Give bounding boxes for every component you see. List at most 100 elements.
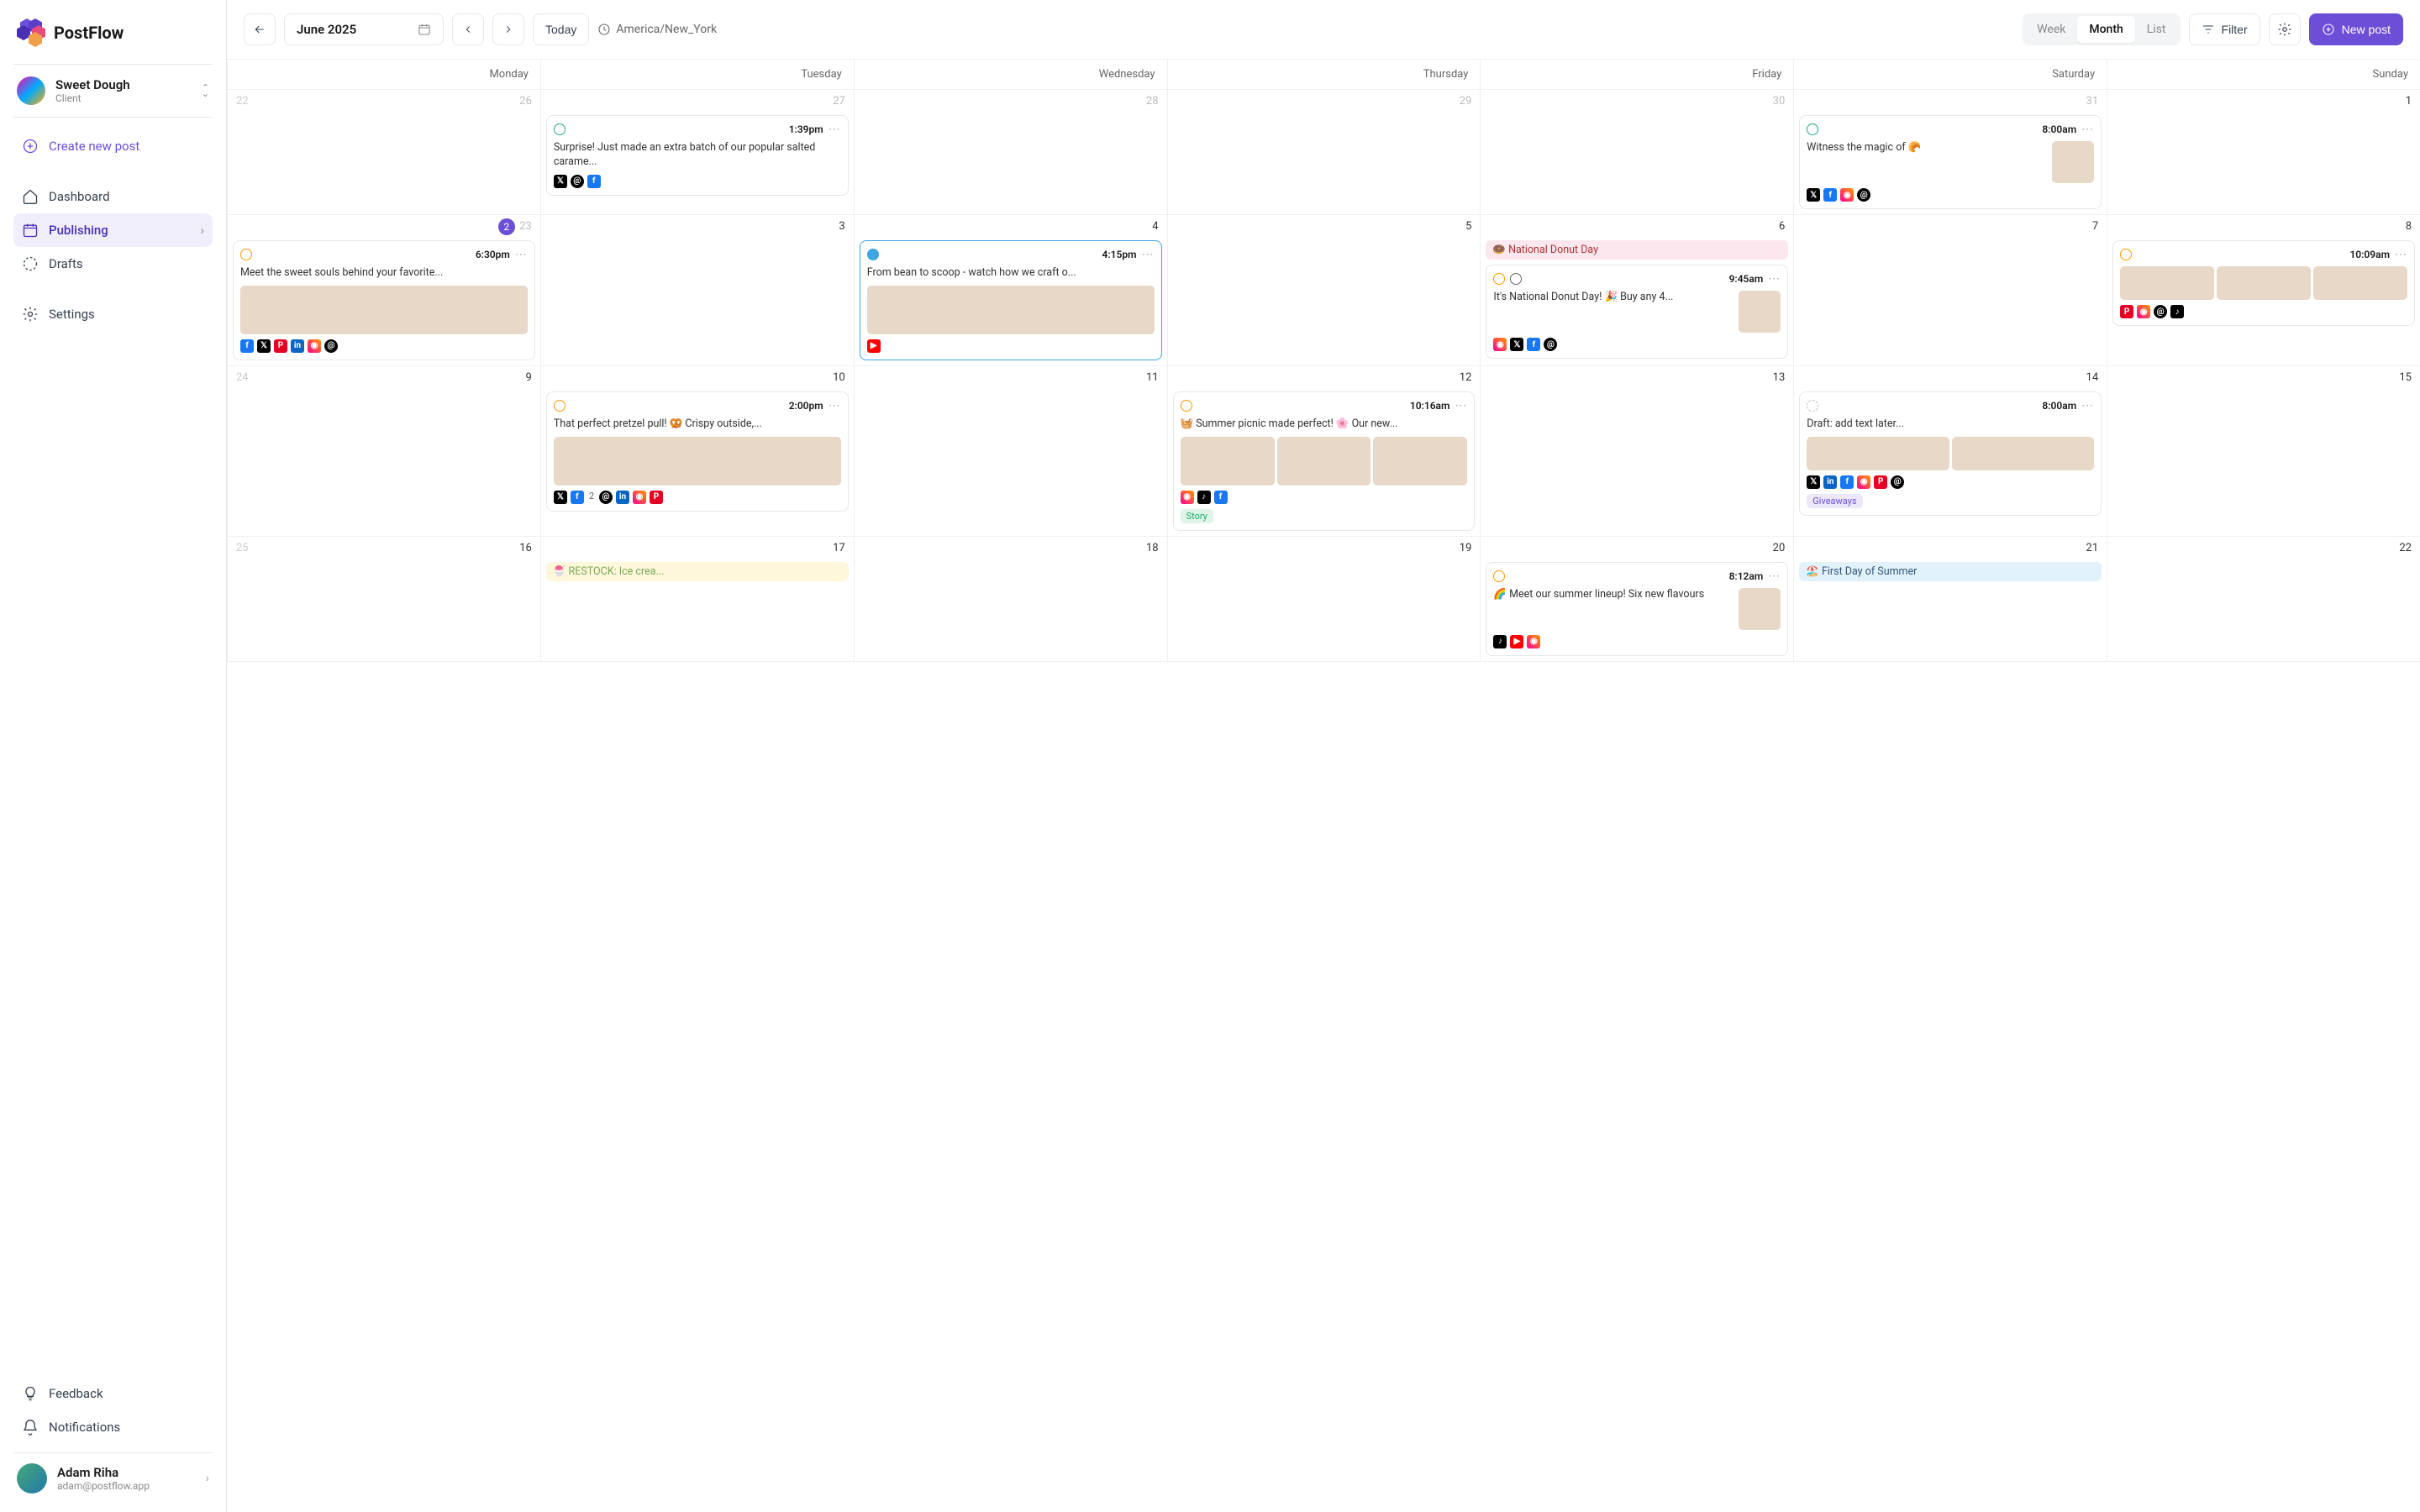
nav-publishing[interactable]: Publishing ›: [13, 213, 213, 247]
post-card[interactable]: 10:09am⋯P◉@♪: [2112, 240, 2415, 326]
fb-icon: f: [1840, 475, 1854, 489]
filter-button[interactable]: Filter: [2189, 13, 2260, 45]
post-text: It's National Donut Day! 🎉 Buy any 4...: [1493, 291, 1732, 305]
post-card[interactable]: 6:30pm⋯Meet the sweet souls behind your …: [233, 240, 535, 360]
calendar-cell[interactable]: 7: [1793, 215, 2107, 366]
day-number: 12: [1460, 371, 1472, 384]
calendar-cell[interactable]: 28: [854, 90, 1167, 215]
clock-icon: [1493, 570, 1505, 582]
day-number: 4: [1152, 220, 1158, 233]
nav-feedback[interactable]: Feedback: [13, 1377, 213, 1410]
post-card[interactable]: 9:45am⋯It's National Donut Day! 🎉 Buy an…: [1486, 265, 1788, 359]
calendar-cell[interactable]: 2326:30pm⋯Meet the sweet souls behind yo…: [227, 215, 540, 366]
calendar-cell[interactable]: 6🍩 National Donut Day9:45am⋯It's Nationa…: [1480, 215, 1793, 366]
calendar-cell[interactable]: 15: [2107, 366, 2420, 537]
more-icon[interactable]: ⋯: [1455, 399, 1467, 412]
calendar-cell[interactable]: 2622: [227, 90, 540, 215]
count: 2: [589, 491, 594, 504]
month-label: June 2025: [297, 22, 411, 37]
post-card[interactable]: 8:00am⋯Witness the magic of 🥐𝕏f◉@: [1799, 115, 2102, 209]
calendar-cell[interactable]: 11: [854, 366, 1167, 537]
nav-dashboard[interactable]: Dashboard: [13, 180, 213, 213]
more-icon[interactable]: ⋯: [829, 123, 841, 136]
calendar-cell[interactable]: 44:15pm⋯From bean to scoop - watch how w…: [854, 215, 1167, 366]
timezone-display[interactable]: America/New_York: [597, 23, 717, 36]
post-thumbnail: [1807, 437, 1949, 470]
post-thumbnail: [1181, 437, 1275, 486]
next-month-button[interactable]: [492, 13, 524, 45]
day-number: 13: [1773, 371, 1786, 384]
calendar-cell[interactable]: 208:12am⋯🌈 Meet our summer lineup! Six n…: [1480, 537, 1793, 662]
nav-settings[interactable]: Settings: [13, 297, 213, 331]
calendar-cell[interactable]: 271:39pm⋯Surprise! Just made an extra ba…: [540, 90, 854, 215]
calendar-cell[interactable]: 12 10:16am⋯🧺 Summer picnic made perfect! …: [1167, 366, 1481, 537]
social-icons: 𝕏inf◉P@: [1807, 475, 2094, 489]
event-pill[interactable]: 🍧 RESTOCK: Ice crea...: [546, 562, 849, 581]
back-button[interactable]: [244, 13, 276, 45]
prev-month-button[interactable]: [452, 13, 484, 45]
tk-icon: ♪: [2170, 305, 2184, 318]
post-tag: Story: [1181, 509, 1213, 523]
more-icon[interactable]: ⋯: [2081, 399, 2094, 412]
post-time: 4:15pm: [1102, 249, 1137, 260]
post-card[interactable]: 8:12am⋯🌈 Meet our summer lineup! Six new…: [1486, 562, 1788, 656]
post-card[interactable]: 10:16am⋯🧺 Summer picnic made perfect! 🌸 …: [1173, 391, 1476, 531]
social-icons: f𝕏Pin◉@: [240, 339, 528, 353]
post-card[interactable]: 1:39pm⋯Surprise! Just made an extra batc…: [546, 115, 849, 196]
th-icon: @: [1891, 475, 1904, 489]
view-list[interactable]: List: [2135, 16, 2178, 43]
new-post-button[interactable]: New post: [2309, 13, 2403, 45]
calendar-cell[interactable]: 924: [227, 366, 540, 537]
more-icon[interactable]: ⋯: [2395, 248, 2407, 261]
globe-icon: [1510, 273, 1522, 285]
logo[interactable]: PostFlow: [13, 13, 213, 62]
more-icon[interactable]: ⋯: [1142, 248, 1155, 261]
create-post-link[interactable]: Create new post: [13, 129, 213, 163]
view-segmented: Week Month List: [2023, 13, 2180, 45]
calendar-cell[interactable]: 318:00am⋯Witness the magic of 🥐𝕏f◉@: [1793, 90, 2107, 215]
more-icon[interactable]: ⋯: [515, 248, 528, 261]
calendar-cell[interactable]: 102:00pm⋯That perfect pretzel pull! 🥨 Cr…: [540, 366, 854, 537]
nav-notifications[interactable]: Notifications: [13, 1410, 213, 1444]
more-icon[interactable]: ⋯: [1768, 272, 1781, 286]
divider: [13, 1452, 213, 1453]
calendar-cell[interactable]: 19: [1167, 537, 1481, 662]
more-icon[interactable]: ⋯: [829, 399, 841, 412]
calendar-cell[interactable]: 148:00am⋯Draft: add text later...𝕏inf◉P@…: [1793, 366, 2107, 537]
event-pill[interactable]: 🏖️ First Day of Summer: [1799, 562, 2102, 581]
calendar-cell[interactable]: 810:09am⋯P◉@♪: [2107, 215, 2420, 366]
settings-button[interactable]: [2269, 13, 2301, 45]
post-card[interactable]: 2:00pm⋯That perfect pretzel pull! 🥨 Cris…: [546, 391, 849, 512]
post-thumbnail: [1739, 291, 1781, 333]
plus-circle-icon: [22, 138, 39, 155]
more-icon[interactable]: ⋯: [2081, 123, 2094, 136]
calendar-cell[interactable]: 3: [540, 215, 854, 366]
event-pill[interactable]: 🍩 National Donut Day: [1486, 240, 1788, 260]
more-icon[interactable]: ⋯: [1768, 570, 1781, 583]
updown-icon: ⌃⌄: [202, 85, 209, 97]
calendar-cell[interactable]: 17🍧 RESTOCK: Ice crea...: [540, 537, 854, 662]
calendar-cell[interactable]: 30: [1480, 90, 1793, 215]
view-week[interactable]: Week: [2025, 16, 2077, 43]
user-menu[interactable]: Adam Riha adam@postflow.app ›: [13, 1455, 213, 1499]
ig-icon: ◉: [1493, 338, 1507, 351]
today-button[interactable]: Today: [533, 13, 589, 45]
calendar-cell[interactable]: 29: [1167, 90, 1481, 215]
nav-drafts[interactable]: Drafts: [13, 247, 213, 281]
post-card[interactable]: 4:15pm⋯From bean to scoop - watch how we…: [860, 240, 1162, 360]
post-card[interactable]: 8:00am⋯Draft: add text later...𝕏inf◉P@Gi…: [1799, 391, 2102, 516]
month-picker[interactable]: June 2025: [284, 13, 444, 45]
calendar-cell[interactable]: 22: [2107, 537, 2420, 662]
client-switcher[interactable]: Sweet Dough Client ⌃⌄: [13, 66, 213, 115]
clock-icon: [1181, 400, 1192, 412]
calendar-cell[interactable]: 5: [1167, 215, 1481, 366]
nav-label: Create new post: [49, 139, 139, 154]
tw-icon: 𝕏: [257, 339, 271, 353]
calendar-cell[interactable]: 1625: [227, 537, 540, 662]
view-month[interactable]: Month: [2077, 16, 2134, 43]
calendar-cell[interactable]: 18: [854, 537, 1167, 662]
calendar-cell[interactable]: 21🏖️ First Day of Summer: [1793, 537, 2107, 662]
calendar-cell[interactable]: 1: [2107, 90, 2420, 215]
calendar-cell[interactable]: 13: [1480, 366, 1793, 537]
post-media: [1181, 437, 1468, 486]
